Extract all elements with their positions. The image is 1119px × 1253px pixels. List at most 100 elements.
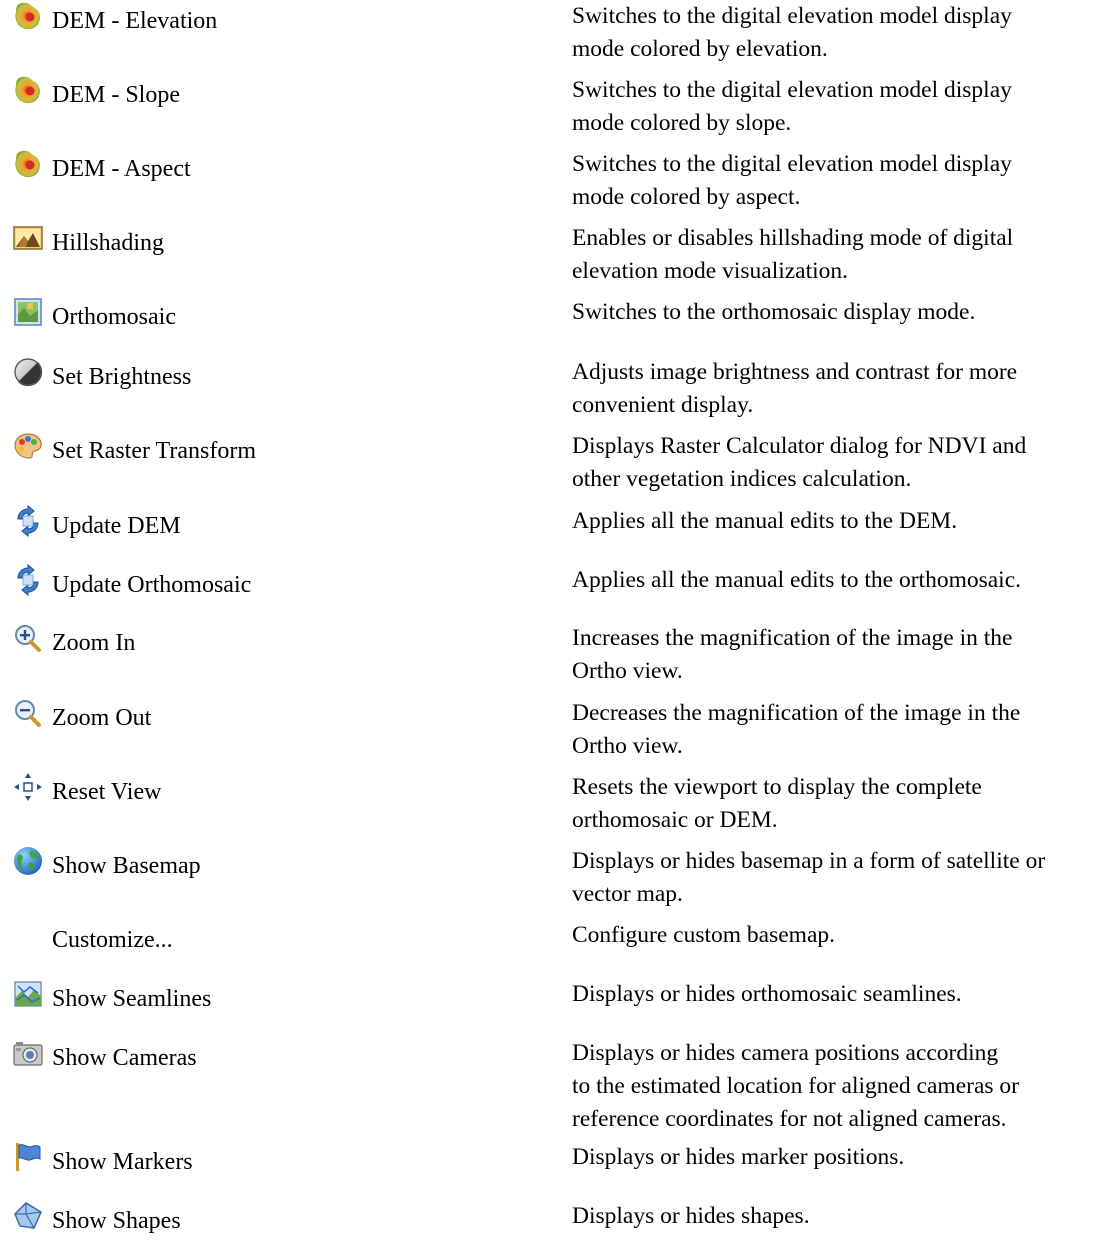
camera-icon [12,1037,44,1069]
command-description: Displays or hides basemap in a form of s… [572,845,1112,911]
description-line: Displays or hides orthomosaic seamlines. [572,981,962,1007]
description-line: Displays or hides shapes. [572,1203,810,1229]
command-label: DEM - Slope [12,74,180,108]
description-line: Applies all the manual edits to the DEM. [572,508,958,534]
command-name: Set Brightness [52,364,192,390]
command-label: Zoom In [12,622,135,656]
description-line: Switches to the digital elevation model … [572,3,1012,29]
command-label: Reset View [12,771,161,805]
command-name: Show Cameras [52,1045,197,1071]
command-name: Update Orthomosaic [52,572,252,598]
description-line: Enables or disables hillshading mode of … [572,225,1014,251]
command-label: Hillshading [12,222,164,256]
command-description: Applies all the manual edits to the DEM. [572,505,1112,538]
dem-elevation-icon [12,0,44,32]
command-description: Displays or hides marker positions. [572,1141,1112,1174]
zoom-out-icon [12,697,44,729]
description-line: Resets the viewport to display the compl… [572,774,982,800]
command-name: Orthomosaic [52,304,176,330]
command-description: Enables or disables hillshading mode of … [572,222,1112,288]
description-line: to the estimated location for aligned ca… [572,1073,1019,1099]
description-line: reference coordinates for not aligned ca… [572,1106,1007,1132]
command-label: Update DEM [12,505,181,539]
command-description: Displays Raster Calculator dialog for ND… [572,430,1112,496]
description-line: Displays or hides camera positions accor… [572,1040,999,1066]
command-label: DEM - Elevation [12,0,217,34]
command-description: Displays or hides orthomosaic seamlines. [572,978,1112,1011]
hillshading-icon [12,222,44,254]
command-name: Zoom Out [52,705,152,731]
description-line: Switches to the orthomosaic display mode… [572,299,976,325]
dem-slope-icon [12,74,44,106]
command-description: Configure custom basemap. [572,919,1112,952]
description-line: Configure custom basemap. [572,922,836,948]
command-description: Switches to the orthomosaic display mode… [572,296,1112,329]
description-line: convenient display. [572,392,754,418]
command-name: DEM - Slope [52,82,180,108]
description-line: Adjusts image brightness and contrast fo… [572,359,1018,385]
marker-flag-icon [12,1141,44,1173]
zoom-in-icon [12,622,44,654]
description-line: Increases the magnification of the image… [572,625,1013,651]
seamlines-icon [12,978,44,1010]
description-line: elevation mode visualization. [572,258,849,284]
brightness-icon [12,356,44,388]
command-description: Switches to the digital elevation model … [572,0,1112,66]
command-name: Zoom In [52,630,136,656]
reset-view-icon [12,771,44,803]
description-line: Applies all the manual edits to the orth… [572,567,1022,593]
command-name: Set Raster Transform [52,438,256,464]
orthomosaic-icon [12,296,44,328]
command-description: Switches to the digital elevation model … [572,74,1112,140]
description-line: Switches to the digital elevation model … [572,77,1012,103]
command-description: Switches to the digital elevation model … [572,148,1112,214]
command-description: Decreases the magnification of the image… [572,697,1112,763]
description-line: Displays Raster Calculator dialog for ND… [572,433,1027,459]
description-line: orthomosaic or DEM. [572,807,778,833]
description-line: vector map. [572,881,683,907]
description-line: Displays or hides basemap in a form of s… [572,848,1046,874]
refresh-icon [12,505,44,537]
description-line: Displays or hides marker positions. [572,1144,905,1170]
command-name: Show Seamlines [52,986,212,1012]
dem-aspect-icon [12,148,44,180]
command-description: Adjusts image brightness and contrast fo… [572,356,1112,422]
command-label: Customize... [12,919,173,953]
command-name: Reset View [52,779,162,805]
command-name: Hillshading [52,230,164,256]
command-description: Resets the viewport to display the compl… [572,771,1112,837]
command-label: Show Seamlines [12,978,211,1012]
command-description: Displays or hides shapes. [572,1200,1112,1233]
command-description: Displays or hides camera positions accor… [572,1037,1112,1136]
command-label: DEM - Aspect [12,148,191,182]
command-label: Zoom Out [12,697,151,731]
command-description: Applies all the manual edits to the orth… [572,564,1112,597]
description-line: Switches to the digital elevation model … [572,151,1012,177]
command-label: Set Brightness [12,356,191,390]
command-name: DEM - Aspect [52,156,191,182]
command-label: Show Shapes [12,1200,181,1234]
command-description: Increases the magnification of the image… [572,622,1112,688]
command-name: Show Shapes [52,1208,181,1234]
description-line: mode colored by slope. [572,110,792,136]
refresh-icon [12,564,44,596]
command-name: Show Markers [52,1149,193,1175]
palette-icon [12,430,44,462]
command-label: Update Orthomosaic [12,564,251,598]
command-name: Show Basemap [52,853,201,879]
description-line: Ortho view. [572,658,683,684]
command-label: Show Cameras [12,1037,197,1071]
description-line: Decreases the magnification of the image… [572,700,1021,726]
command-label: Show Basemap [12,845,201,879]
blank-icon [12,919,44,951]
command-name: Customize... [52,927,173,953]
command-label: Set Raster Transform [12,430,256,464]
command-label: Orthomosaic [12,296,176,330]
globe-icon [12,845,44,877]
description-line: other vegetation indices calculation. [572,466,912,492]
command-name: Update DEM [52,513,181,539]
description-line: Ortho view. [572,733,683,759]
command-name: DEM - Elevation [52,8,218,34]
command-label: Show Markers [12,1141,193,1175]
shapes-icon [12,1200,44,1232]
